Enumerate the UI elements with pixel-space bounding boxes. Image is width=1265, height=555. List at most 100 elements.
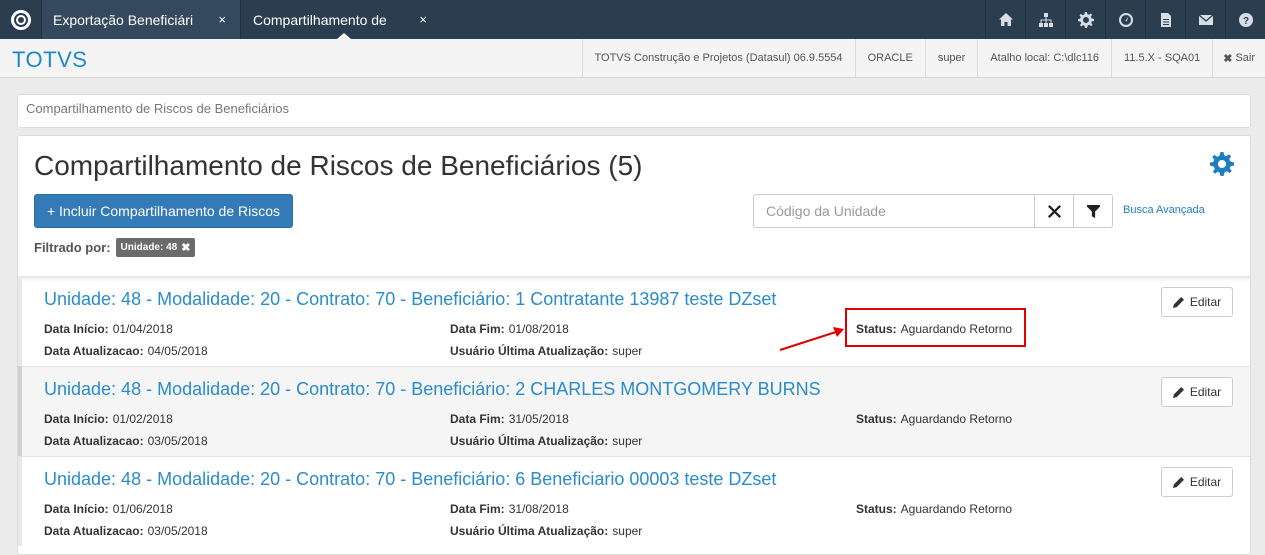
shortcut-info: Atalho local: C:\dlc116: [977, 39, 1111, 77]
tab-close-icon[interactable]: ×: [419, 12, 427, 27]
pencil-icon: [1172, 476, 1184, 488]
field-label: Data Início:: [44, 502, 109, 516]
company-info[interactable]: TOTVS Construção e Projetos (Datasul) 06…: [581, 39, 855, 77]
updated-date-field: Data Atualizacao: 03/05/2018: [44, 434, 208, 448]
item-title-link[interactable]: Unidade: 48 - Modalidade: 20 - Contrato:…: [44, 379, 821, 400]
field-label: Usuário Última Atualização:: [450, 524, 609, 538]
brand-logo: TOTVS: [12, 47, 88, 72]
field-value: 03/05/2018: [147, 434, 208, 448]
field-value: 01/04/2018: [112, 322, 173, 336]
annotation-arrow-icon: [779, 327, 844, 351]
field-value: 01/06/2018: [112, 502, 173, 516]
tab-label: Exportação Beneficiári: [53, 11, 194, 28]
active-filters: Filtrado por: Unidade: 48 ✖: [34, 238, 196, 257]
edit-button[interactable]: Editar: [1161, 377, 1233, 407]
sitemap-icon: [1038, 12, 1053, 27]
search-group: [753, 194, 1113, 228]
start-date-field: Data Início: 01/02/2018: [44, 412, 173, 426]
envelope-icon: [1198, 14, 1213, 25]
logout-button[interactable]: ✖ Sair: [1212, 39, 1265, 77]
field-label: Status:: [856, 412, 897, 426]
start-date-field: Data Início: 01/04/2018: [44, 322, 173, 336]
tab-close-icon[interactable]: ×: [218, 12, 226, 27]
field-value: 01/02/2018: [112, 412, 173, 426]
remove-filter-icon[interactable]: ✖: [181, 241, 190, 254]
field-label: Data Fim:: [450, 412, 505, 426]
edit-label: Editar: [1189, 385, 1222, 399]
end-date-field: Data Fim: 31/08/2018: [450, 502, 569, 516]
field-value: 31/08/2018: [508, 502, 569, 516]
home-button[interactable]: [985, 0, 1025, 39]
gear-icon: [1077, 11, 1094, 28]
database-info: ORACLE: [854, 39, 925, 77]
edit-button[interactable]: Editar: [1161, 467, 1233, 497]
home-icon: [998, 12, 1013, 26]
field-value: Aguardando Retorno: [900, 412, 1013, 426]
field-value: 31/05/2018: [508, 412, 569, 426]
pencil-icon: [1172, 296, 1184, 308]
filter-button[interactable]: [1074, 194, 1113, 228]
field-label: Data Início:: [44, 412, 109, 426]
field-label: Data Atualizacao:: [44, 524, 144, 538]
documents-button[interactable]: [1145, 0, 1185, 39]
add-risk-sharing-button[interactable]: + Incluir Compartilhamento de Riscos: [34, 194, 293, 228]
messages-button[interactable]: [1185, 0, 1225, 39]
main-panel: Compartilhamento de Riscos de Beneficiár…: [17, 135, 1251, 555]
end-date-field: Data Fim: 31/05/2018: [450, 412, 569, 426]
field-value: 04/05/2018: [147, 344, 208, 358]
clear-search-button[interactable]: [1035, 194, 1074, 228]
field-label: Data Fim:: [450, 322, 505, 336]
field-label: Data Atualizacao:: [44, 434, 144, 448]
field-value: Aguardando Retorno: [900, 502, 1013, 516]
filtered-by-label: Filtrado por:: [34, 240, 111, 255]
version-info: 11.5.X - SQA01: [1110, 39, 1212, 77]
file-icon: [1160, 12, 1171, 27]
updated-by-field: Usuário Última Atualização: super: [450, 524, 642, 538]
close-icon: ✖: [1223, 52, 1233, 65]
updated-date-field: Data Atualizacao: 03/05/2018: [44, 524, 208, 538]
dashboard-button[interactable]: [1105, 0, 1145, 39]
gear-icon: [1210, 152, 1234, 176]
edit-label: Editar: [1189, 295, 1222, 309]
tab-exportacao-beneficiario[interactable]: Exportação Beneficiári ×: [41, 0, 241, 39]
status-field: Status: Aguardando Retorno: [856, 502, 1012, 516]
field-label: Status:: [856, 502, 897, 516]
item-title-link[interactable]: Unidade: 48 - Modalidade: 20 - Contrato:…: [44, 469, 776, 490]
edit-label: Editar: [1189, 475, 1222, 489]
settings-button[interactable]: [1065, 0, 1105, 39]
top-navigation-bar: Exportação Beneficiári × Compartilhament…: [0, 0, 1265, 39]
advanced-search-link[interactable]: Busca Avançada: [1123, 204, 1205, 216]
field-value: super: [612, 434, 643, 448]
unit-code-search-input[interactable]: [753, 194, 1035, 228]
pencil-icon: [1172, 386, 1184, 398]
edit-button[interactable]: Editar: [1161, 287, 1233, 317]
start-date-field: Data Início: 01/06/2018: [44, 502, 173, 516]
app-logo-button[interactable]: [0, 0, 42, 39]
list-item: Unidade: 48 - Modalidade: 20 - Contrato:…: [18, 366, 1250, 456]
breadcrumb: Compartilhamento de Riscos de Beneficiár…: [17, 94, 1251, 128]
list-item: Unidade: 48 - Modalidade: 20 - Contrato:…: [18, 276, 1250, 366]
tab-label: Compartilhamento de: [253, 11, 387, 28]
end-date-field: Data Fim: 01/08/2018: [450, 322, 569, 336]
item-title-link[interactable]: Unidade: 48 - Modalidade: 20 - Contrato:…: [44, 289, 776, 310]
dashboard-icon: [1118, 12, 1133, 27]
filter-icon: [1086, 204, 1100, 218]
sitemap-button[interactable]: [1025, 0, 1065, 39]
field-label: Usuário Última Atualização:: [450, 344, 609, 358]
context-header: TOTVS TOTVS Construção e Projetos (Datas…: [0, 39, 1265, 78]
user-info: super: [924, 39, 978, 77]
field-value: super: [612, 344, 643, 358]
field-label: Data Fim:: [450, 502, 505, 516]
logout-label: Sair: [1235, 52, 1255, 64]
help-button[interactable]: ?: [1225, 0, 1265, 39]
status-field: Status: Aguardando Retorno: [856, 412, 1012, 426]
close-icon: [1047, 204, 1061, 218]
page-settings-button[interactable]: [1210, 152, 1234, 176]
annotation-highlight-box: [845, 308, 1026, 347]
field-label: Data Início:: [44, 322, 109, 336]
tab-compartilhamento[interactable]: Compartilhamento de ×: [242, 0, 441, 39]
filter-badge-label: Unidade: 48: [120, 242, 178, 253]
totvs-logo-icon: [11, 9, 31, 30]
field-value: super: [612, 524, 643, 538]
results-list: Unidade: 48 - Modalidade: 20 - Contrato:…: [18, 276, 1250, 546]
